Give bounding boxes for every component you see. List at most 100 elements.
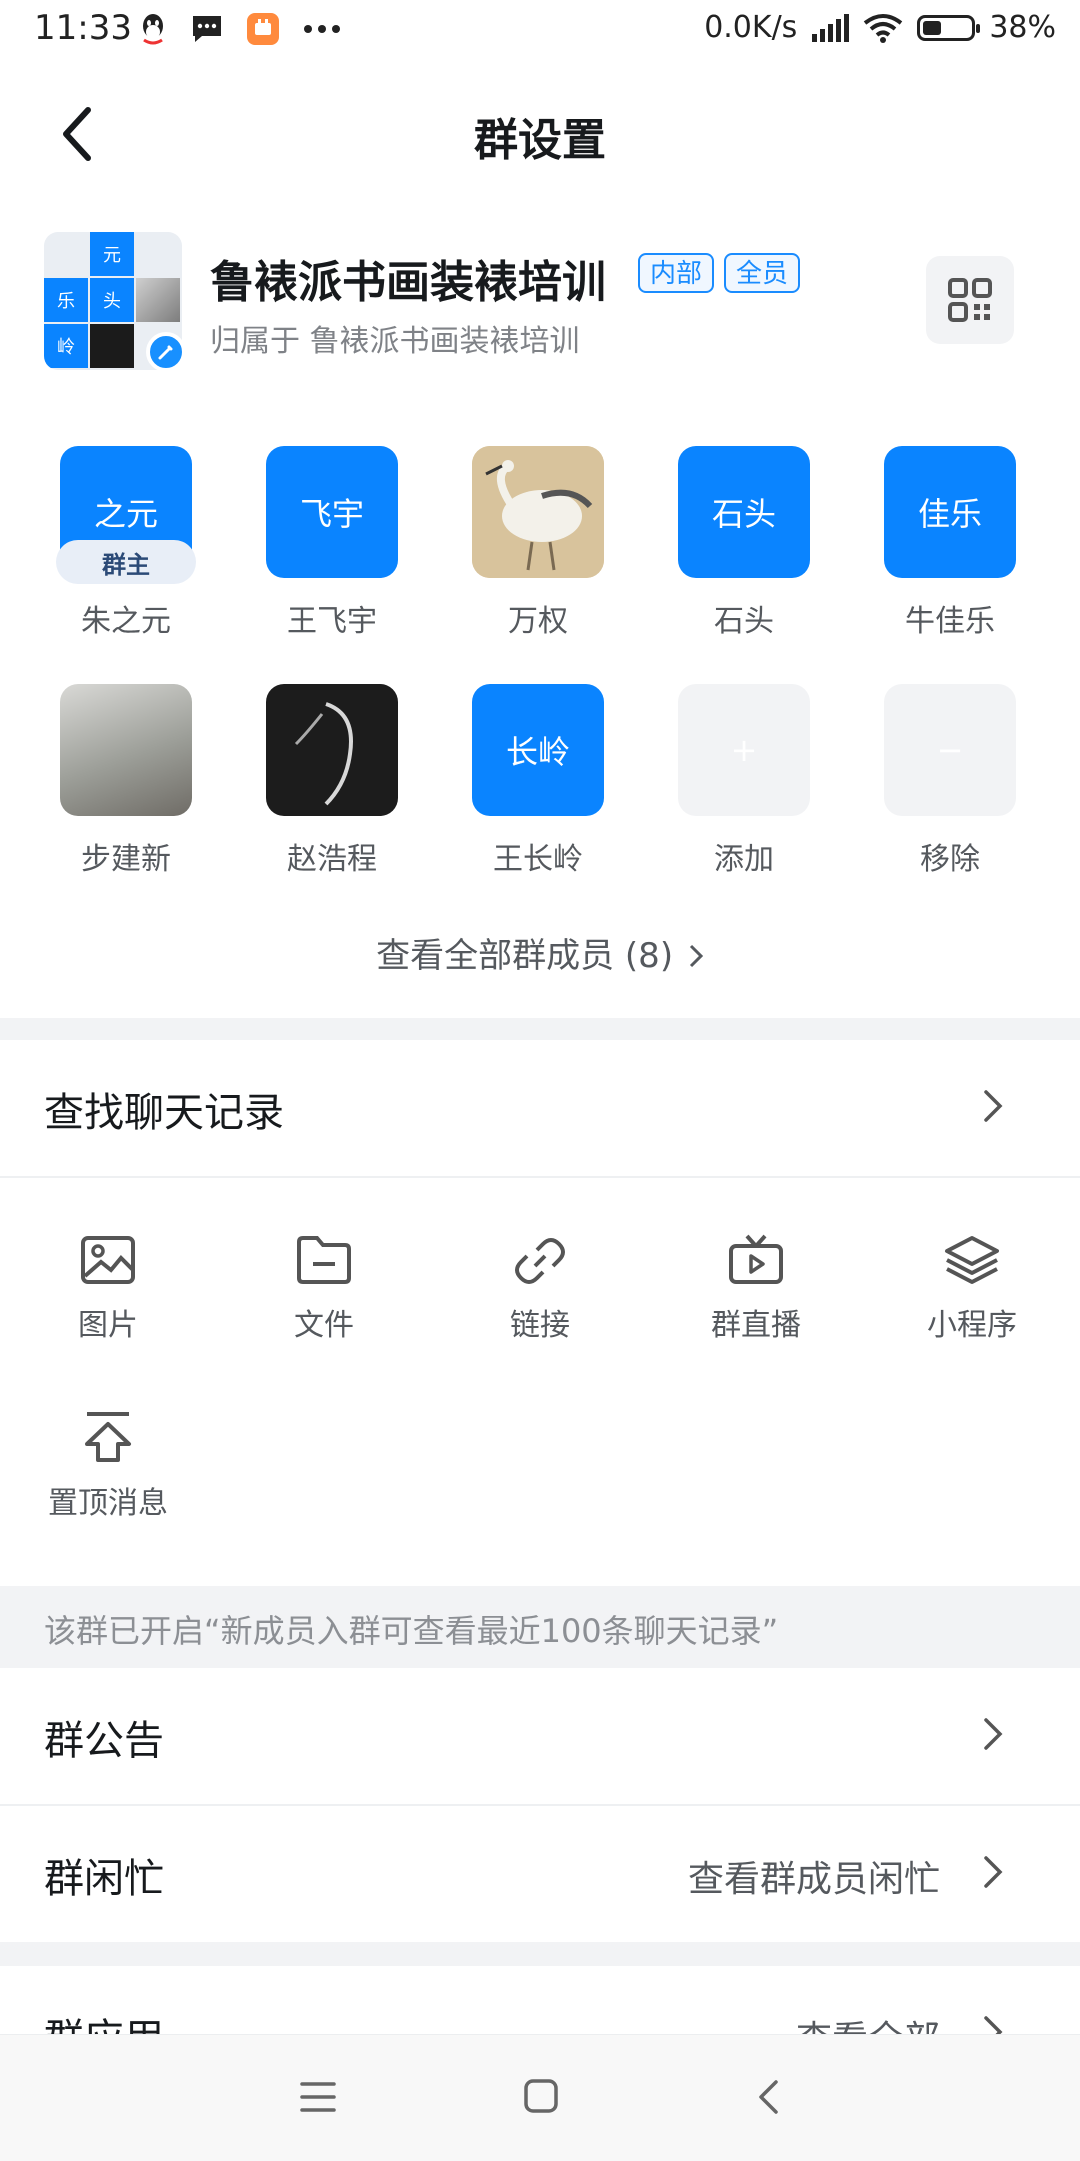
- app-icon: [247, 13, 279, 45]
- status-right: 0.0K/s 38%: [704, 10, 1056, 45]
- tag-all-members: 全员: [724, 253, 801, 293]
- message-icon: [193, 16, 221, 42]
- notification-icons: [138, 12, 342, 46]
- qq-icon: [143, 14, 163, 45]
- tool-pinned-messages[interactable]: 置顶消息: [18, 1410, 198, 1522]
- add-member-label: 添加: [714, 842, 774, 877]
- member-item[interactable]: 之元 群主 朱之元: [46, 446, 206, 640]
- tag-internal: 内部: [638, 253, 715, 293]
- owner-badge: 群主: [56, 540, 196, 584]
- avatar-text: 佳乐: [917, 495, 982, 533]
- back-icon[interactable]: [756, 2079, 780, 2115]
- member-item[interactable]: 赵浩程: [252, 684, 412, 878]
- search-chat-label: 查找聊天记录: [44, 1090, 284, 1136]
- member-name: 万权: [508, 604, 568, 639]
- tool-label: 置顶消息: [48, 1486, 168, 1521]
- member-item[interactable]: 长岭 王长岭: [458, 684, 618, 878]
- pin-top-icon: [85, 1412, 131, 1462]
- avatar-cell-image: [90, 324, 134, 368]
- minus-icon: −: [884, 684, 1016, 816]
- page-title: 群设置: [474, 115, 606, 166]
- member-item[interactable]: 佳乐 牛佳乐: [870, 446, 1030, 640]
- member-item[interactable]: 石头 石头: [664, 446, 824, 640]
- system-nav-bar: [0, 2034, 1080, 2161]
- tool-links[interactable]: 链接: [450, 1234, 630, 1344]
- tool-files[interactable]: 文件: [234, 1234, 414, 1344]
- member-avatar: 石头: [678, 446, 810, 578]
- member-name: 步建新: [81, 842, 171, 877]
- member-avatar-image: [472, 446, 604, 578]
- status-time: 11:33: [34, 8, 132, 48]
- plus-icon: +: [678, 684, 810, 816]
- battery-percent: 38%: [989, 10, 1056, 45]
- tool-label: 链接: [510, 1308, 570, 1343]
- qr-code-icon: [948, 278, 992, 322]
- section-divider: [0, 1942, 1080, 1966]
- chevron-right-icon: [984, 1090, 1003, 1122]
- tool-live[interactable]: 群直播: [666, 1234, 846, 1344]
- avatar-cell-image: [136, 278, 180, 322]
- remove-member-label: 移除: [920, 842, 980, 877]
- avatar-text: 长岭: [505, 733, 570, 771]
- announcement-row[interactable]: 群公告: [0, 1668, 1080, 1804]
- announcement-label: 群公告: [44, 1718, 164, 1764]
- menu-icon[interactable]: [300, 2081, 336, 2113]
- tool-label: 图片: [78, 1308, 138, 1343]
- member-name: 朱之元: [81, 604, 171, 639]
- home-square-icon[interactable]: [524, 2079, 558, 2113]
- member-avatar: 飞宇: [266, 446, 398, 578]
- group-belongs-to: 归属于 鲁裱派书画装裱培训: [210, 324, 580, 359]
- chevron-right-icon: [984, 1856, 1003, 1888]
- avatar-cell: 头: [90, 278, 134, 322]
- divider: [0, 1176, 1080, 1178]
- avatar-cell: 乐: [44, 278, 88, 322]
- image-icon: [81, 1236, 135, 1284]
- battery-icon: [917, 14, 981, 41]
- more-dots-icon: [304, 25, 340, 33]
- group-name: 鲁裱派书画装裱培训: [210, 257, 606, 308]
- tool-images[interactable]: 图片: [18, 1234, 198, 1344]
- avatar-text: 石头: [711, 495, 776, 533]
- member-avatar-image: [266, 684, 398, 816]
- member-name: 牛佳乐: [905, 604, 995, 639]
- member-item[interactable]: 步建新: [46, 684, 206, 878]
- search-chat-row[interactable]: 查找聊天记录: [0, 1040, 1080, 1176]
- signal-icon: [812, 13, 850, 42]
- avatar-text: 飞宇: [299, 495, 364, 533]
- remove-member-button[interactable]: − 移除: [870, 684, 1030, 878]
- member-item[interactable]: 飞宇 王飞宇: [252, 446, 412, 640]
- folder-icon: [297, 1236, 351, 1284]
- layers-icon: [945, 1236, 999, 1284]
- qr-code-button[interactable]: [926, 256, 1014, 344]
- history-notice: 该群已开启“新成员入群可查看最近100条聊天记录”: [0, 1586, 1080, 1668]
- member-name: 王长岭: [493, 842, 583, 877]
- tool-label: 小程序: [927, 1308, 1017, 1343]
- status-bar: 11:33 0.0K/s 38%: [0, 0, 1080, 66]
- tool-miniapp[interactable]: 小程序: [882, 1234, 1062, 1344]
- view-all-label: 查看全部群成员 (8): [376, 936, 674, 976]
- pencil-icon[interactable]: [146, 332, 186, 372]
- member-avatar: 之元 群主: [56, 446, 196, 584]
- member-item[interactable]: 万权: [458, 446, 618, 640]
- member-avatar-image: [60, 684, 192, 816]
- member-name: 石头: [714, 604, 774, 639]
- member-avatar: 佳乐: [884, 446, 1016, 578]
- view-all-members-link[interactable]: 查看全部群成员 (8): [0, 928, 1080, 977]
- avatar-text: 之元: [93, 495, 158, 533]
- busy-status-row[interactable]: 群闲忙 查看群成员闲忙: [0, 1806, 1080, 1942]
- tool-label: 群直播: [711, 1308, 801, 1343]
- busy-view-link: 查看群成员闲忙: [687, 1859, 940, 1900]
- member-name: 王飞宇: [287, 604, 377, 639]
- busy-label: 群闲忙: [44, 1856, 164, 1902]
- add-member-button[interactable]: + 添加: [664, 684, 824, 878]
- tool-label: 文件: [294, 1308, 354, 1343]
- section-divider: [0, 1018, 1080, 1040]
- member-name: 赵浩程: [287, 842, 377, 877]
- avatar-cell: 元: [90, 232, 134, 276]
- wifi-icon: [864, 13, 903, 43]
- live-tv-icon: [729, 1234, 783, 1284]
- member-avatar: 长岭: [472, 684, 604, 816]
- avatar-cell: 岭: [44, 324, 88, 368]
- link-icon: [515, 1238, 565, 1284]
- network-speed: 0.0K/s: [704, 10, 798, 45]
